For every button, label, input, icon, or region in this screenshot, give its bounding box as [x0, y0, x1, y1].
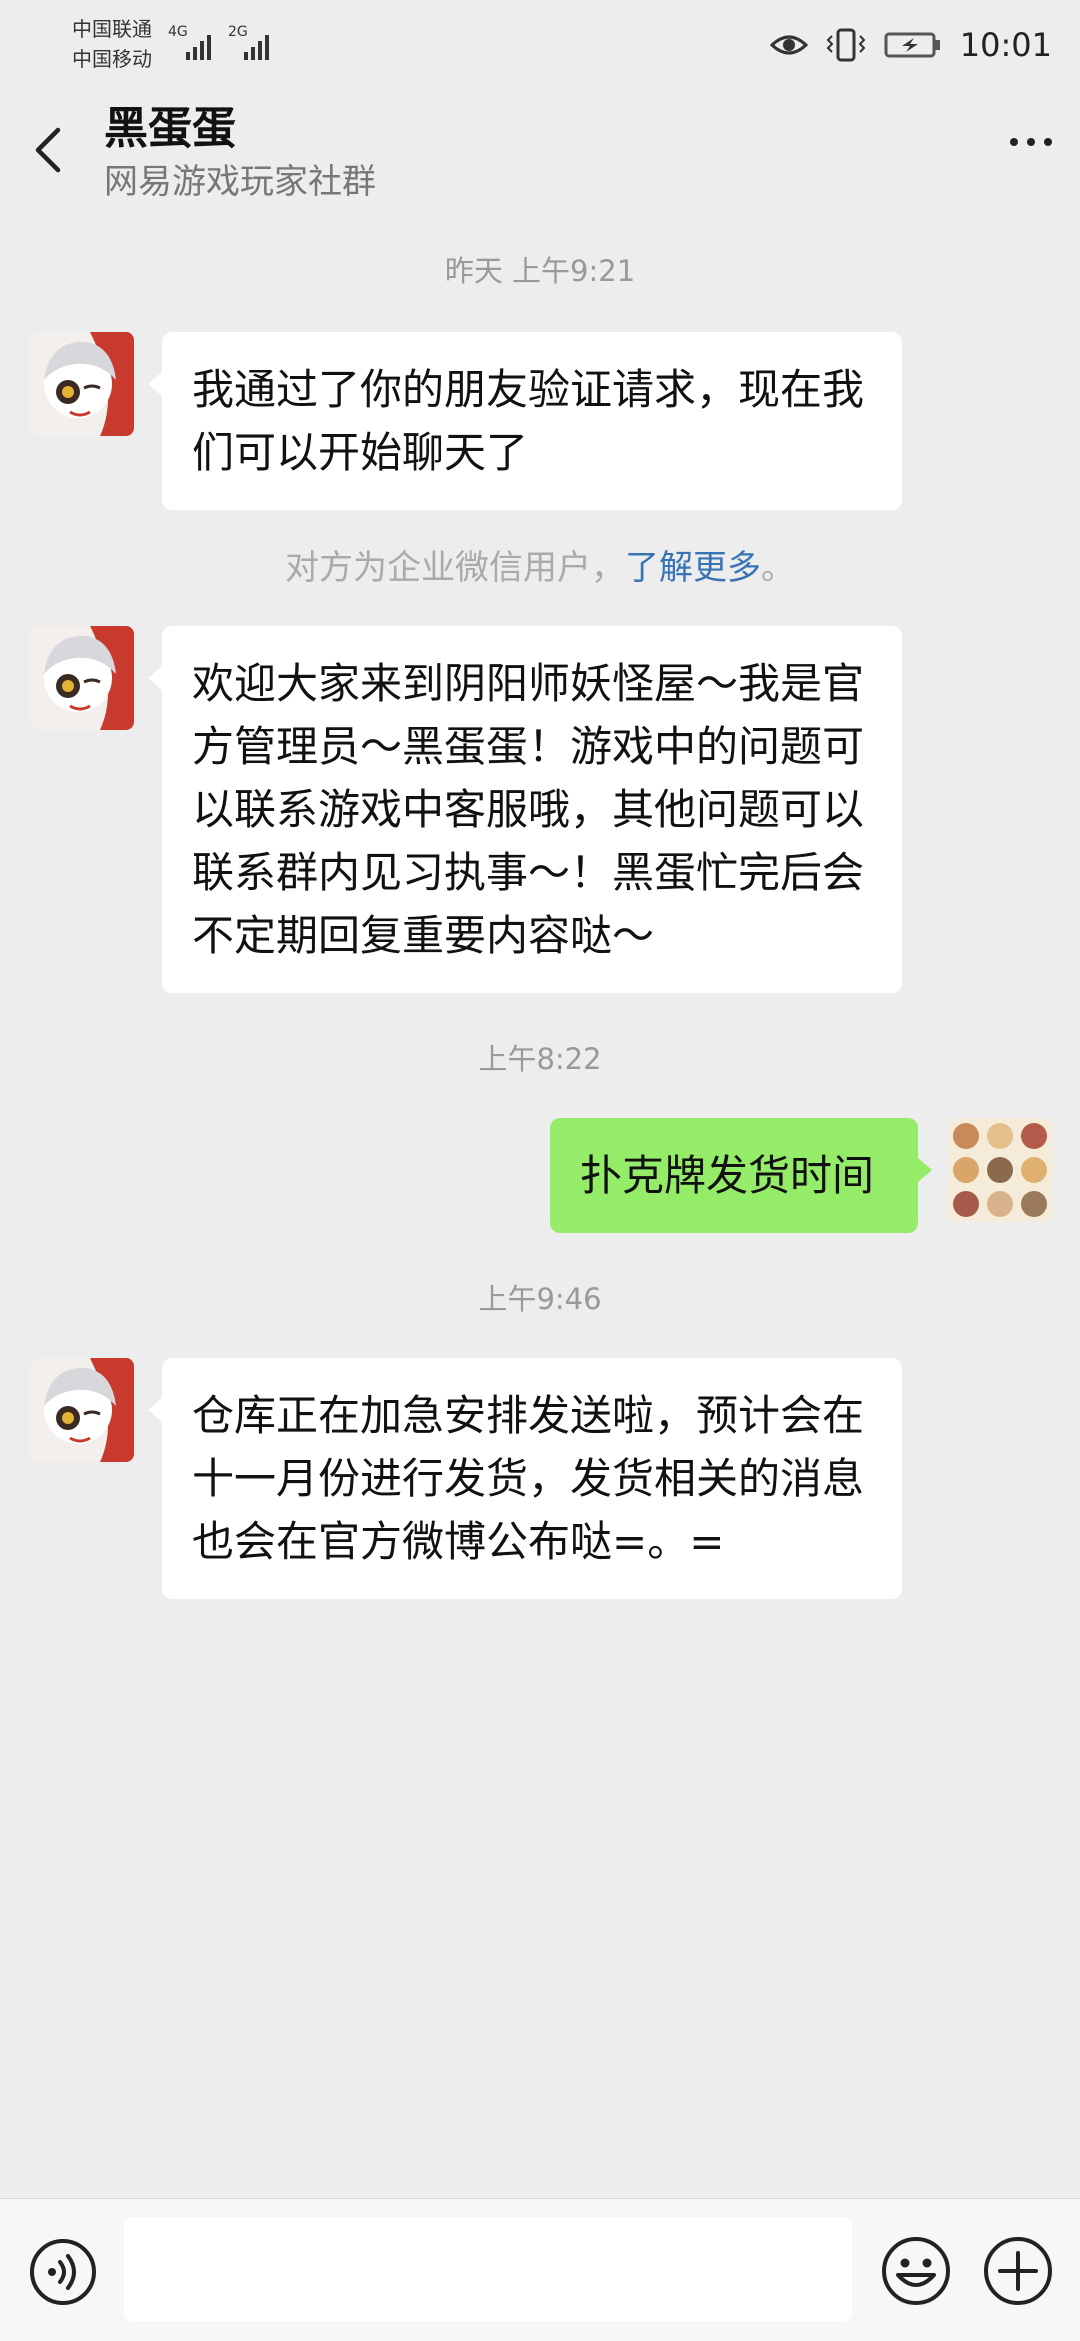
message-bubble-received[interactable]: 仓库正在加急安排发送啦，预计会在十一月份进行发货，发货相关的消息也会在官方微博公…: [148, 1358, 902, 1599]
message-bubble-received[interactable]: 我通过了你的朋友验证请求，现在我们可以开始聊天了: [148, 332, 902, 510]
carrier-info: 中国联通 中国移动: [72, 14, 152, 74]
battery-icon: [884, 32, 940, 58]
system-notice: 对方为企业微信用户，了解更多。: [0, 540, 1080, 589]
message-bubble-received[interactable]: 欢迎大家来到阴阳师妖怪屋～我是官方管理员～黑蛋蛋！游戏中的问题可以联系游戏中客服…: [148, 626, 902, 993]
plus-icon[interactable]: [982, 2235, 1054, 2307]
timestamp: 上午8:22: [478, 1042, 602, 1076]
my-avatar[interactable]: [948, 1118, 1052, 1222]
vibrate-icon: [826, 28, 866, 62]
voice-icon[interactable]: [28, 2237, 98, 2307]
status-bar: 中国联通 中国移动 4G 2G 10:01: [0, 0, 1080, 88]
emoji-icon[interactable]: [880, 2235, 952, 2307]
signal-2g-icon: 2G: [228, 24, 269, 60]
chat-title: 黑蛋蛋: [104, 103, 236, 154]
notice-end: 。: [761, 548, 795, 588]
learn-more-link[interactable]: 了解更多: [625, 548, 761, 588]
message-input[interactable]: [124, 2217, 852, 2321]
contact-avatar[interactable]: [30, 626, 134, 730]
net-2-label: 2G: [228, 24, 248, 40]
eye-icon: [769, 35, 808, 55]
contact-avatar[interactable]: [30, 1358, 134, 1462]
timestamp: 上午9:46: [478, 1282, 602, 1316]
chat-subtitle: 网易游戏玩家社群: [104, 162, 376, 202]
signal-4g-icon: 4G: [168, 24, 211, 60]
contact-avatar[interactable]: [30, 332, 134, 436]
more-icon[interactable]: [1010, 138, 1052, 146]
notice-text: 对方为企业微信用户，: [285, 548, 625, 588]
chat-header: 黑蛋蛋 网易游戏玩家社群: [0, 88, 1080, 212]
clock: 10:01: [959, 26, 1052, 64]
net-1-label: 4G: [168, 24, 188, 40]
message-bubble-sent[interactable]: 扑克牌发货时间: [550, 1118, 932, 1233]
timestamp: 昨天 上午9:21: [444, 254, 636, 288]
carrier-1: 中国联通: [72, 17, 152, 41]
back-arrow-icon[interactable]: [30, 126, 66, 174]
input-bar: [0, 2198, 1080, 2341]
carrier-2: 中国移动: [72, 47, 152, 71]
